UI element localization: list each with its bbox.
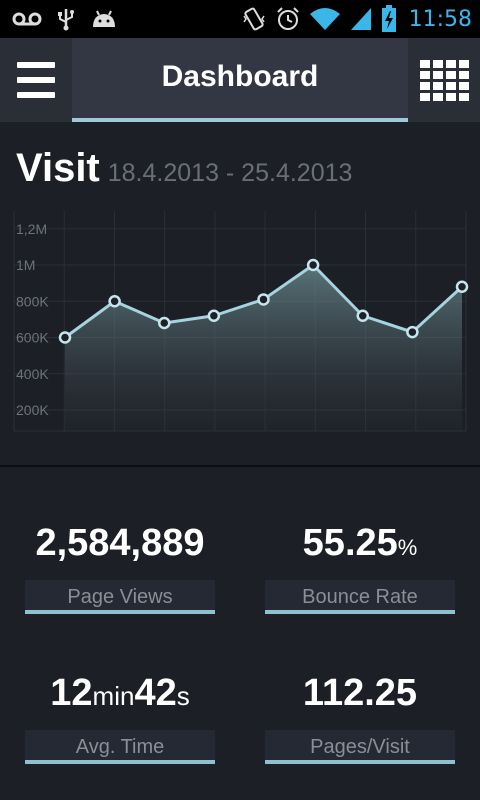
stat-pages-visit[interactable]: 112.25 Pages/Visit [265, 672, 455, 772]
bounce-rate-indicator [265, 610, 455, 614]
visit-header: Visit 18.4.2013 - 25.4.2013 [16, 146, 476, 194]
stat-page-views[interactable]: 2,584,889 Page Views [25, 522, 215, 622]
avg-time-minutes: 12 [50, 672, 93, 714]
pages-visit-indicator [265, 760, 455, 764]
chart-data-point[interactable] [58, 331, 72, 344]
chart-y-tick-label: 600K [16, 330, 49, 346]
bounce-rate-label-box: Bounce Rate [265, 580, 455, 614]
visits-area-chart: 1,2M 1M 800K 600K 400K 200K [13, 211, 469, 432]
visit-date-range: 18.4.2013 - 25.4.2013 [107, 159, 353, 187]
app-bar: Dashboard [0, 38, 480, 122]
usb-icon [58, 9, 74, 31]
pages-visit-label: Pages/Visit [310, 736, 410, 758]
chart-y-tick-label: 200K [16, 402, 49, 418]
chart-data-point[interactable] [207, 309, 221, 322]
page-views-label: Page Views [67, 586, 173, 608]
notification-icons [12, 7, 118, 31]
avg-time-seconds: 42 [134, 672, 177, 714]
alarm-icon [276, 7, 299, 30]
voicemail-icon [12, 12, 42, 26]
wifi-icon [309, 8, 340, 30]
chart-y-tick-label: 1M [16, 257, 35, 273]
tab-dashboard[interactable]: Dashboard [72, 38, 408, 122]
bounce-rate-label: Bounce Rate [302, 586, 418, 608]
avg-time-value-wrap: 12min42s [25, 672, 215, 715]
visit-title: Visit [16, 146, 100, 190]
system-icons: 11:58 [241, 4, 472, 34]
chart-y-tick-label: 400K [16, 366, 49, 382]
page-views-label-box: Page Views [25, 580, 215, 614]
chart-data-point[interactable] [158, 316, 171, 330]
vibrate-icon [242, 7, 265, 31]
android-icon [93, 10, 115, 27]
chart-area-fill [65, 265, 462, 431]
grid-view-icon [419, 59, 469, 101]
signal-icon [350, 8, 371, 30]
battery-charging-icon [381, 5, 396, 32]
grid-view-button[interactable] [408, 38, 480, 122]
status-clock: 11:58 [408, 6, 472, 32]
avg-time-label: Avg. Time [75, 736, 165, 758]
page-views-value: 2,584,889 [35, 522, 205, 564]
chart-data-point[interactable] [108, 295, 121, 308]
chart-y-tick-label: 1,2M [16, 221, 47, 237]
avg-time-min-unit: min [92, 681, 135, 711]
menu-button[interactable] [0, 38, 72, 122]
bounce-rate-value: 55.25 [302, 522, 398, 564]
chart-data-point[interactable] [356, 309, 369, 322]
avg-time-sec-unit: s [176, 681, 190, 711]
page-views-indicator [25, 610, 215, 614]
hamburger-menu-icon [17, 62, 55, 98]
bounce-rate-value-wrap: 55.25% [265, 522, 455, 565]
chart-data-point[interactable] [257, 293, 270, 306]
status-bar: 11:58 [0, 0, 480, 38]
avg-time-label-box: Avg. Time [25, 730, 215, 764]
chart-y-tick-label: 800K [16, 293, 49, 309]
bounce-rate-unit: % [397, 535, 418, 560]
chart-data-point[interactable] [406, 325, 419, 339]
section-divider [0, 465, 480, 467]
stat-bounce-rate[interactable]: 55.25% Bounce Rate [265, 522, 455, 622]
stat-avg-time[interactable]: 12min42s Avg. Time [25, 672, 215, 772]
chart-data-point[interactable] [306, 258, 320, 272]
chart-data-point[interactable] [455, 280, 469, 293]
tab-indicator [72, 118, 408, 122]
avg-time-indicator [25, 760, 215, 764]
page-title: Dashboard [161, 60, 319, 93]
pages-visit-value: 112.25 [302, 672, 418, 714]
pages-visit-label-box: Pages/Visit [265, 730, 455, 764]
